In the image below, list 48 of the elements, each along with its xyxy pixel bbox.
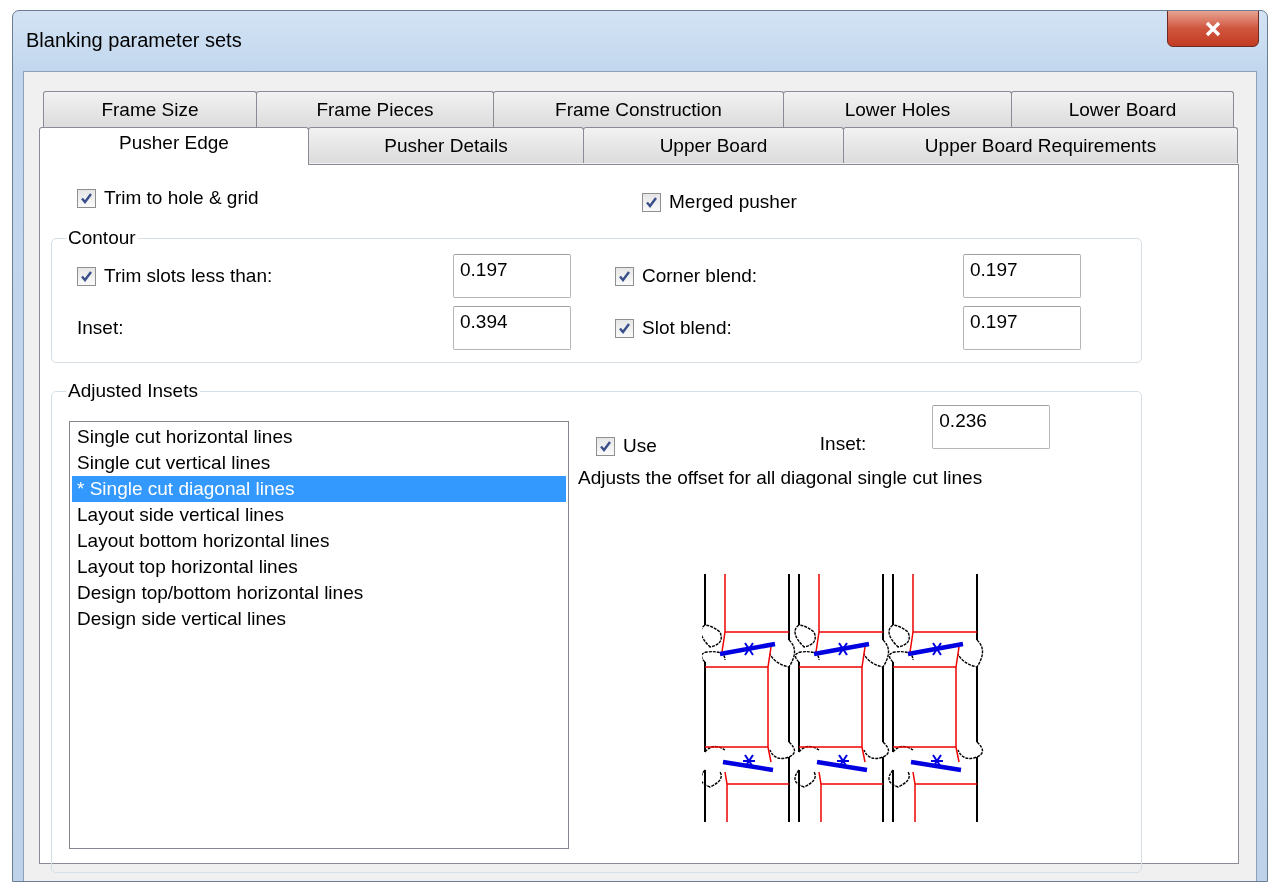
check-icon (618, 321, 631, 335)
checkbox[interactable] (615, 318, 634, 338)
checkbox[interactable] (615, 266, 634, 286)
tab[interactable]: Frame Size (43, 91, 257, 127)
list-item[interactable]: Design top/bottom horizontal lines (72, 580, 566, 606)
check-icon (618, 269, 631, 283)
tab[interactable]: Pusher Edge (39, 127, 309, 165)
tab[interactable]: Lower Board (1011, 91, 1234, 127)
group-title: Adjusted Insets (67, 380, 199, 402)
checkbox[interactable] (77, 266, 96, 286)
checkbox-label: Slot blend: (642, 317, 732, 339)
tab[interactable]: Upper Board (583, 127, 844, 163)
tab[interactable]: Pusher Details (308, 127, 584, 163)
checkbox[interactable] (77, 188, 96, 208)
checkbox-label: Merged pusher (669, 191, 797, 213)
list-item[interactable]: Single cut vertical lines (72, 450, 566, 476)
close-button[interactable] (1167, 11, 1259, 47)
field-label: Inset: (77, 317, 125, 339)
tab[interactable]: Frame Construction (493, 91, 784, 127)
checkbox[interactable] (596, 436, 615, 456)
tab[interactable]: Lower Holes (783, 91, 1012, 127)
tab[interactable]: Frame Pieces (256, 91, 494, 127)
list-item[interactable]: Single cut horizontal lines (72, 424, 566, 450)
checkbox[interactable] (642, 192, 661, 212)
window-title: Blanking parameter sets (26, 29, 242, 52)
group-title: Contour (67, 227, 137, 249)
description-text: Adjusts the offset for all diagonal single cut lines (578, 467, 984, 489)
input-field[interactable]: 0.197 (963, 306, 1081, 350)
check-icon (80, 191, 93, 205)
inset-label: Inset: (819, 433, 867, 455)
checkbox-label: Trim slots less than: (104, 265, 273, 287)
checkbox-label: Trim to hole & grid (104, 187, 259, 209)
checkbox-label: Use (623, 435, 657, 457)
list-box[interactable] (69, 421, 569, 849)
tab[interactable]: Upper Board Requirements (843, 127, 1238, 163)
input-field[interactable]: 0.197 (963, 254, 1081, 298)
check-icon (80, 269, 93, 283)
check-icon (645, 195, 658, 209)
list-item[interactable]: Layout bottom horizontal lines (72, 528, 566, 554)
input-field[interactable]: 0.197 (453, 254, 571, 298)
checkbox-label: Corner blend: (642, 265, 758, 287)
input-field[interactable]: 0.394 (453, 306, 571, 350)
input-field[interactable]: 0.236 (932, 405, 1051, 449)
list-item[interactable]: Layout top horizontal lines (72, 554, 566, 580)
list-item[interactable]: Layout side vertical lines (72, 502, 566, 528)
check-icon (599, 439, 612, 453)
list-item[interactable]: Design side vertical lines (72, 606, 566, 632)
close-icon (1204, 20, 1222, 37)
